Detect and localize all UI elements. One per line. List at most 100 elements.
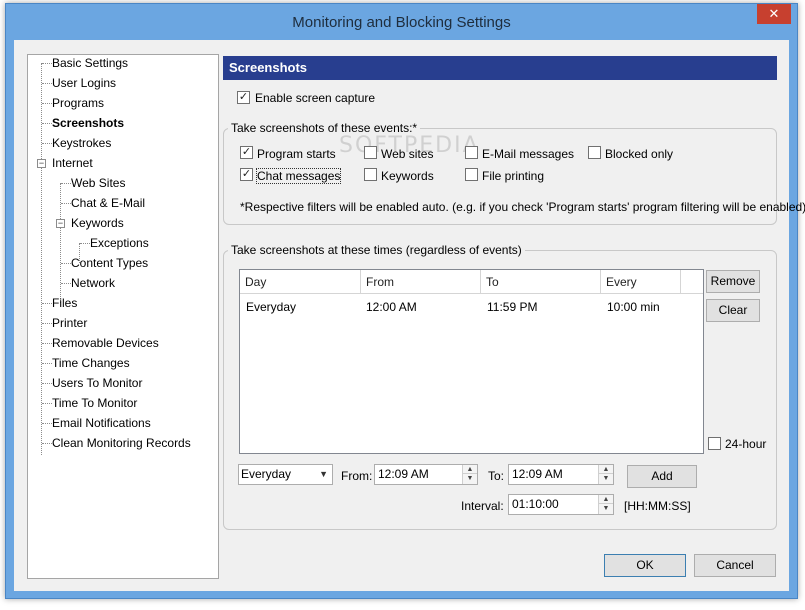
down-arrow-icon[interactable]: ▼ [599,504,613,513]
remove-button[interactable]: Remove [706,270,760,293]
to-label: To: [488,469,505,483]
chat-messages-label: Chat messages [255,168,342,184]
clear-button[interactable]: Clear [706,299,760,322]
up-arrow-icon[interactable]: ▲ [599,465,613,474]
cell-day: Everyday [246,300,297,314]
tree-connector [61,203,71,204]
up-arrow-icon[interactable]: ▲ [463,465,477,474]
to-time-value: 12:09 AM [512,467,563,481]
tree-connector [42,83,52,84]
chat-messages-checkbox[interactable]: ✓ [240,168,253,181]
ok-button[interactable]: OK [604,554,686,577]
file-printing-label: File printing [482,169,545,183]
interval-value: 01:10:00 [512,497,559,511]
tree-connector [42,363,52,364]
client-area: − − Basic Settings User Logins Programs … [14,40,805,591]
tree-item-removable-devices[interactable]: Removable Devices [52,335,159,351]
tree-connector [42,403,52,404]
down-arrow-icon[interactable]: ▼ [599,474,613,483]
checkmark-icon: ✓ [238,91,249,103]
close-button[interactable]: ✕ [757,4,791,24]
interval-format-hint: [HH:MM:SS] [624,499,691,513]
column-header-every[interactable]: Every [601,270,681,294]
close-icon: ✕ [768,6,780,21]
tree-item-keystrokes[interactable]: Keystrokes [52,135,111,151]
email-messages-label: E-Mail messages [482,147,575,161]
title-bar[interactable]: Monitoring and Blocking Settings ✕ [6,4,797,40]
up-arrow-icon[interactable]: ▲ [599,495,613,504]
enable-capture-checkbox[interactable]: ✓ [237,91,250,104]
tree-connector [60,183,61,303]
minus-icon: − [57,218,64,228]
cancel-button[interactable]: Cancel [694,554,776,577]
tree-item-user-logins[interactable]: User Logins [52,75,116,91]
to-time-stepper[interactable]: ▲ ▼ [598,465,613,484]
minus-icon: − [38,158,45,168]
tree-connector [42,143,52,144]
hour24-checkbox[interactable] [708,437,721,450]
from-time-stepper[interactable]: ▲ ▼ [462,465,477,484]
web-sites-checkbox[interactable] [364,146,377,159]
tree-item-time-changes[interactable]: Time Changes [52,355,130,371]
program-starts-label: Program starts [257,147,336,161]
tree-connector [42,443,52,444]
tree-connector [42,343,52,344]
email-messages-checkbox[interactable] [465,146,478,159]
blocked-only-label: Blocked only [605,147,674,161]
tree-item-internet[interactable]: Internet [52,155,93,171]
tree-item-email-notifications[interactable]: Email Notifications [52,415,151,431]
tree-connector [42,323,52,324]
window-title: Monitoring and Blocking Settings [292,14,511,31]
chevron-down-icon: ▼ [319,469,328,479]
filters-note: *Respective filters will be enabled auto… [240,200,805,214]
collapse-keywords-icon[interactable]: − [56,219,65,228]
tree-item-printer[interactable]: Printer [52,315,87,331]
day-select[interactable]: Everyday ▼ [238,464,333,485]
tree-item-clean-monitoring-records[interactable]: Clean Monitoring Records [52,435,191,451]
tree-item-network[interactable]: Network [71,275,115,291]
section-header: Screenshots [223,56,777,80]
from-time-value: 12:09 AM [378,467,429,481]
tree-connector [80,243,90,244]
tree-item-exceptions[interactable]: Exceptions [90,235,149,251]
interval-input[interactable]: 01:10:00 ▲ ▼ [508,494,614,515]
checkmark-icon: ✓ [241,146,252,158]
down-arrow-icon[interactable]: ▼ [463,474,477,483]
column-header-day[interactable]: Day [240,270,361,294]
tree-connector [61,263,71,264]
program-starts-checkbox[interactable]: ✓ [240,146,253,159]
interval-stepper[interactable]: ▲ ▼ [598,495,613,514]
collapse-internet-icon[interactable]: − [37,159,46,168]
tree-item-screenshots[interactable]: Screenshots [52,115,124,131]
tree-connector [42,103,52,104]
to-time-input[interactable]: 12:09 AM ▲ ▼ [508,464,614,485]
tree-item-basic-settings[interactable]: Basic Settings [52,55,128,71]
blocked-only-checkbox[interactable] [588,146,601,159]
tree-connector [41,63,42,455]
interval-label: Interval: [461,499,504,513]
tree-item-web-sites[interactable]: Web Sites [71,175,125,191]
web-sites-label: Web sites [381,147,434,161]
tree-item-users-to-monitor[interactable]: Users To Monitor [52,375,142,391]
column-header-to[interactable]: To [481,270,601,294]
times-group-title: Take screenshots at these times (regardl… [228,243,525,257]
tree-item-time-to-monitor[interactable]: Time To Monitor [52,395,137,411]
tree-item-keywords[interactable]: Keywords [71,215,124,231]
settings-tree[interactable]: − − Basic Settings User Logins Programs … [27,54,219,579]
enable-capture-label: Enable screen capture [255,91,376,105]
add-button[interactable]: Add [627,465,697,488]
from-time-input[interactable]: 12:09 AM ▲ ▼ [374,464,478,485]
column-header-from[interactable]: From [361,270,481,294]
tree-item-chat-email[interactable]: Chat & E-Mail [71,195,145,211]
cell-from: 12:00 AM [366,300,417,314]
schedule-list[interactable]: Day From To Every Everyday 12:00 AM 11:5… [239,269,704,454]
hour24-label: 24-hour [725,437,767,451]
file-printing-checkbox[interactable] [465,168,478,181]
keywords-checkbox[interactable] [364,168,377,181]
tree-item-files[interactable]: Files [52,295,77,311]
keywords-label: Keywords [381,169,434,183]
tree-item-content-types[interactable]: Content Types [71,255,148,271]
cell-every: 10:00 min [607,300,660,314]
tree-connector [42,423,52,424]
tree-item-programs[interactable]: Programs [52,95,104,111]
